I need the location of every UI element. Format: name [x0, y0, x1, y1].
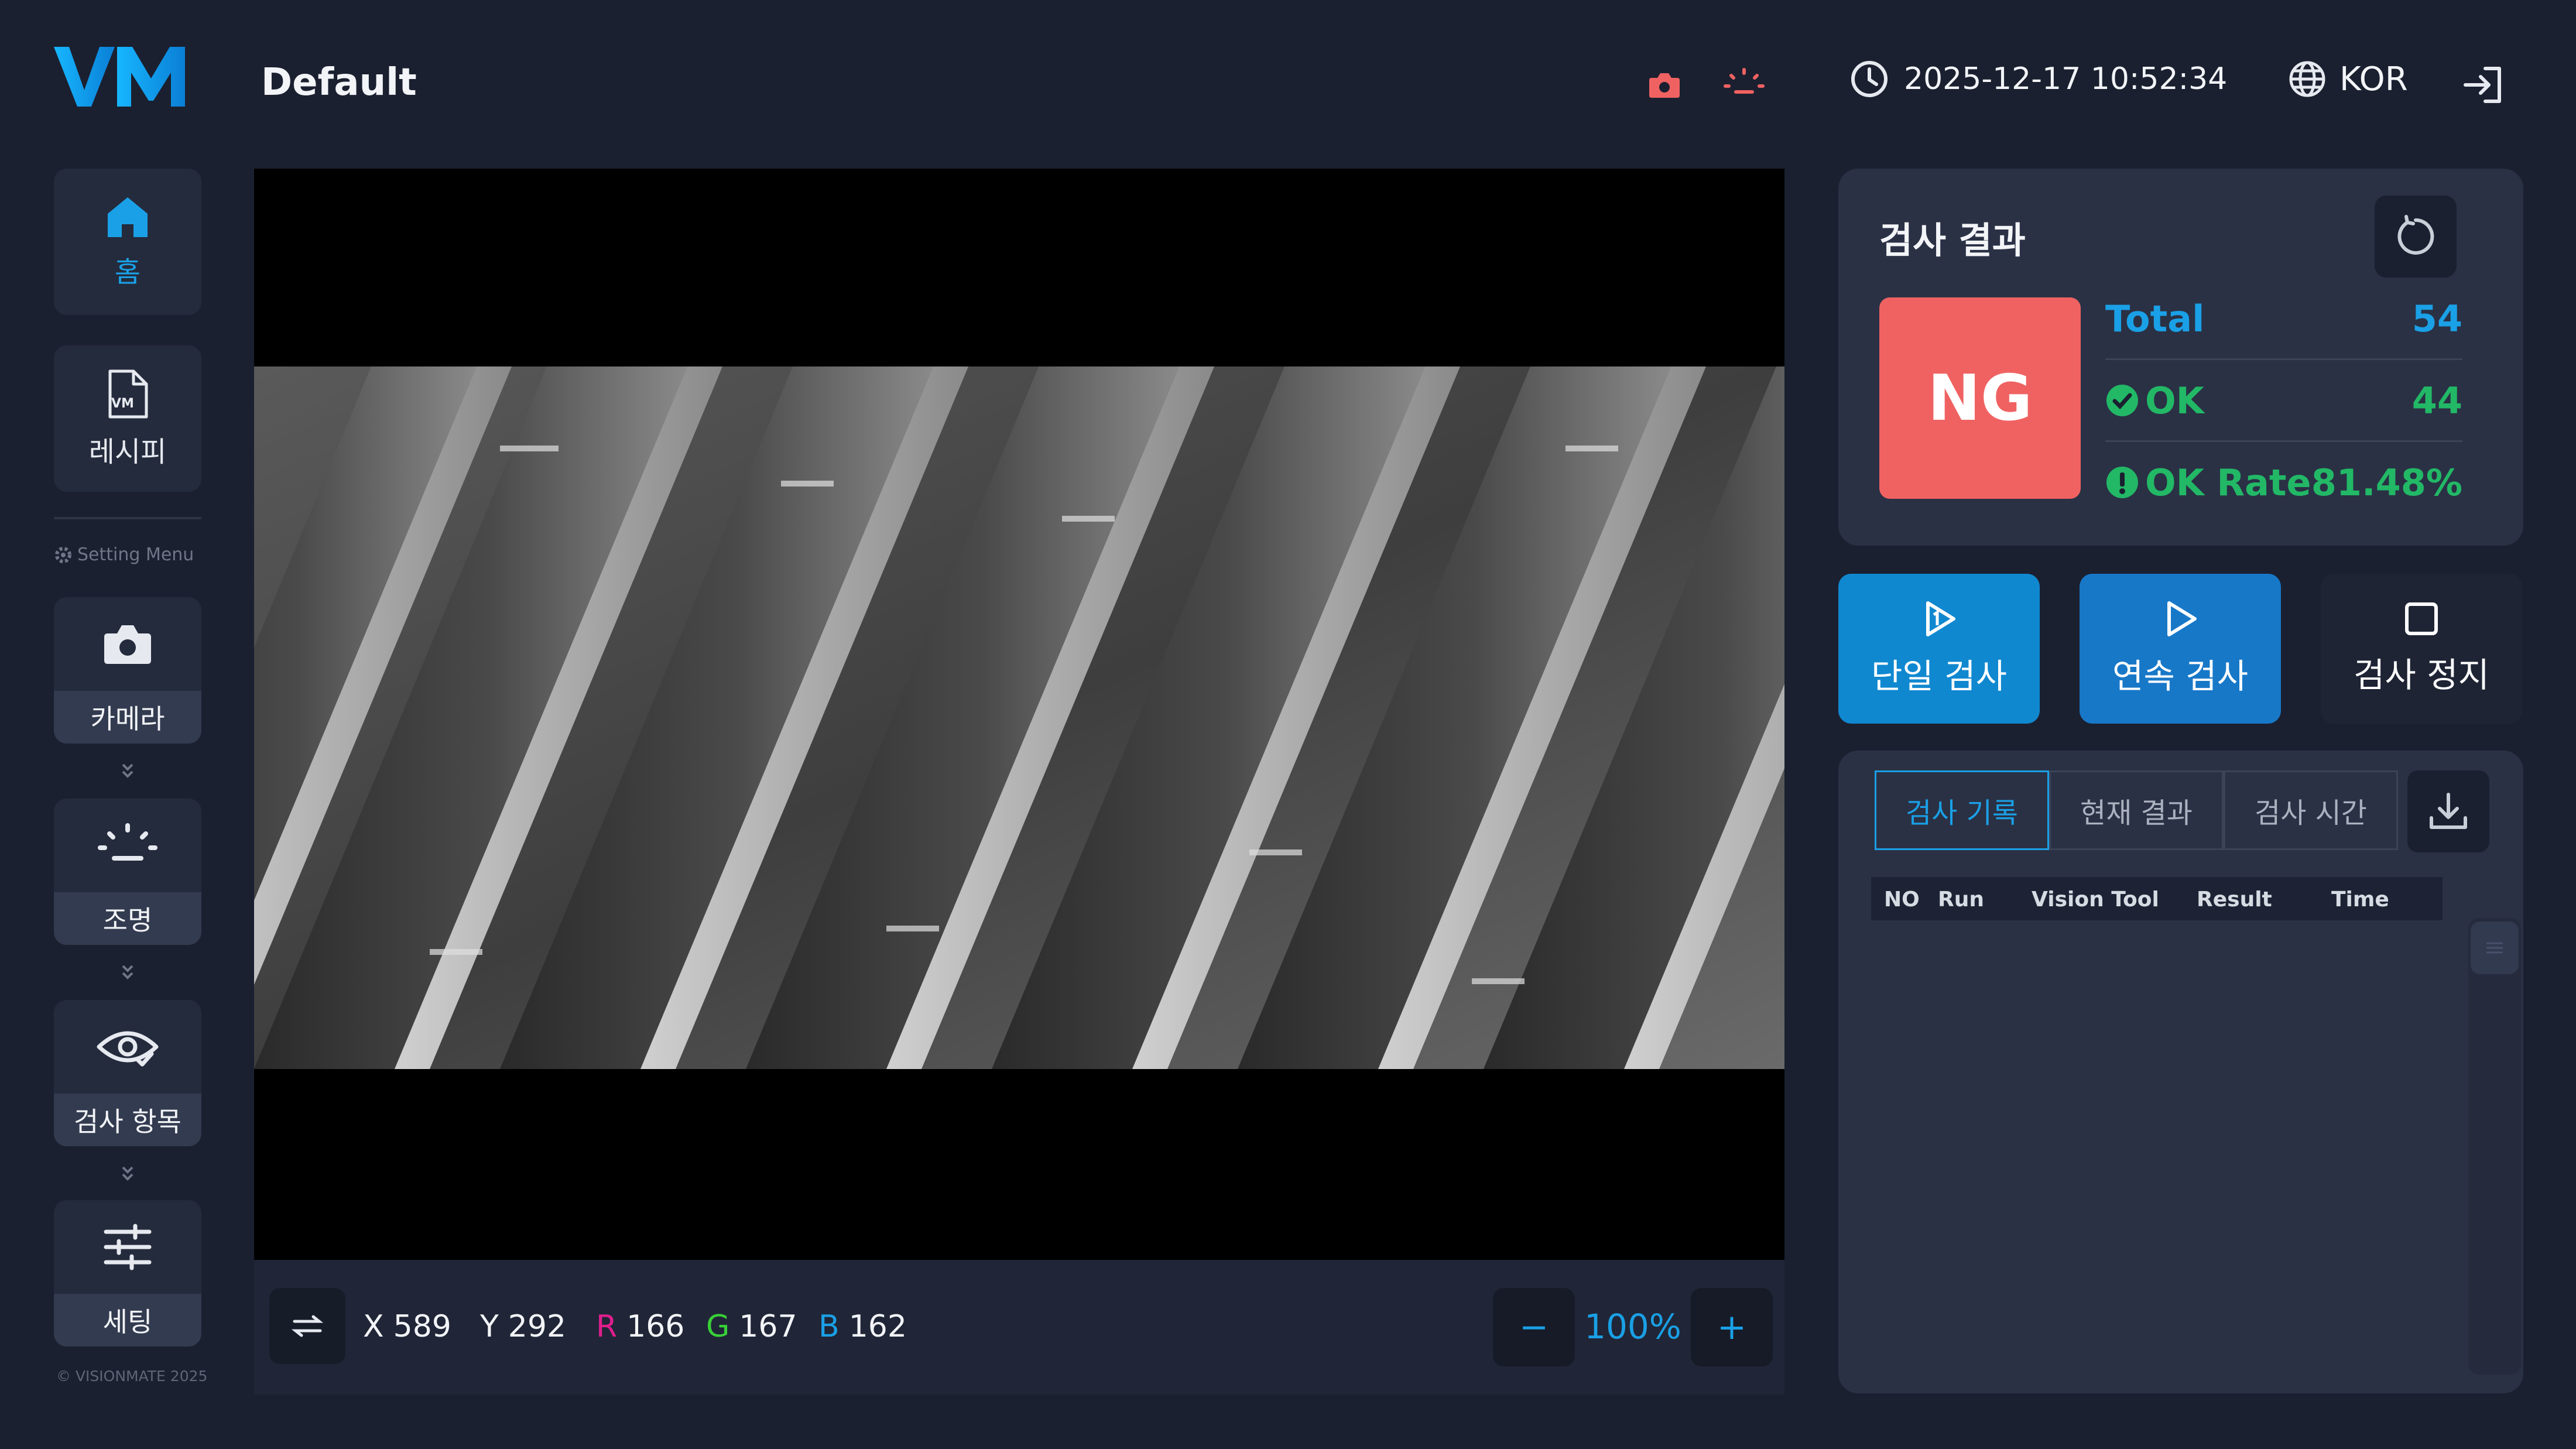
swap-view-button[interactable]: [269, 1288, 345, 1364]
tool-camera[interactable]: 카메라: [54, 597, 201, 744]
language-selector[interactable]: KOR: [2288, 60, 2408, 98]
copyright-text: © VISIONMATE 2025: [56, 1368, 208, 1385]
stop-inspect-label: 검사 정지: [2354, 655, 2489, 695]
datetime-text: 2025-12-17 10:52:34: [1904, 61, 2228, 97]
single-inspect-button[interactable]: 단일 검사: [1838, 574, 2040, 724]
image-viewer[interactable]: [254, 169, 1784, 1260]
log-scrollbar-thumb[interactable]: [2471, 922, 2519, 974]
play-icon: [2161, 600, 2200, 638]
chevron-down-icon: [116, 1162, 139, 1185]
col-no: NO: [1884, 888, 1920, 912]
pixel-y: Y 292: [480, 1309, 567, 1344]
tool-settings-label: 세팅: [54, 1294, 201, 1347]
tool-settings[interactable]: 세팅: [54, 1200, 201, 1347]
chevron-down-icon: [116, 960, 139, 984]
zoom-in-button[interactable]: +: [1691, 1288, 1773, 1366]
col-result: Result: [2197, 888, 2272, 912]
play-once-icon: [1920, 600, 1958, 638]
stat-ok-label: OK: [2145, 379, 2204, 422]
stat-total-value: 54: [2411, 297, 2462, 340]
zoom-out-button[interactable]: −: [1493, 1288, 1575, 1366]
col-vision-tool: Vision Tool: [2032, 888, 2159, 912]
chevron-down-icon: [116, 759, 139, 782]
svg-text:VM: VM: [111, 396, 134, 411]
continuous-inspect-button[interactable]: 연속 검사: [2080, 574, 2281, 724]
light-icon: [95, 822, 160, 869]
stat-ok-rate: OK Rate 81.48%: [2105, 441, 2462, 523]
camera-icon: [101, 621, 155, 667]
col-time: Time: [2331, 888, 2389, 912]
setting-menu-heading: Setting Menu: [54, 544, 201, 565]
continuous-inspect-label: 연속 검사: [2112, 656, 2248, 696]
tool-inspection-items[interactable]: 검사 항목: [54, 1000, 201, 1146]
home-icon: [104, 194, 151, 241]
sliders-icon: [101, 1224, 154, 1270]
result-title: 검사 결과: [1879, 219, 2026, 262]
download-icon: [2428, 791, 2469, 832]
download-button[interactable]: [2407, 770, 2489, 852]
tool-light-label: 조명: [54, 892, 201, 945]
refresh-icon: [2393, 214, 2438, 259]
nav-home-label: 홈: [114, 256, 141, 289]
stop-inspect-button[interactable]: 검사 정지: [2321, 574, 2522, 724]
visionmate-logo: [54, 42, 194, 111]
datetime-display: 2025-12-17 10:52:34: [1850, 60, 2227, 98]
stat-total-label: Total: [2105, 297, 2205, 340]
stat-ok-rate-label: OK Rate: [2145, 461, 2311, 504]
single-inspect-label: 단일 검사: [1871, 656, 2007, 696]
camera-status-icon[interactable]: [1638, 59, 1691, 111]
col-run: Run: [1938, 888, 1984, 912]
tab-inspection-time[interactable]: 검사 시간: [2224, 770, 2398, 850]
log-scrollbar[interactable]: [2468, 918, 2521, 1375]
pixel-g: G 167: [706, 1309, 797, 1344]
stat-total: Total 54: [2105, 278, 2462, 359]
tool-camera-label: 카메라: [54, 691, 201, 744]
setting-menu-label: Setting Menu: [77, 544, 194, 565]
tool-inspection-label: 검사 항목: [54, 1094, 201, 1146]
tab-current-result[interactable]: 현재 결과: [2049, 770, 2224, 850]
verdict-badge: NG: [1879, 297, 2081, 499]
stat-ok-rate-value: 81.48%: [2311, 461, 2462, 504]
nav-recipe[interactable]: VM 레시피: [54, 345, 201, 492]
nav-recipe-label: 레시피: [88, 436, 167, 468]
recipe-file-icon: VM: [103, 368, 152, 420]
check-circle-icon: [2105, 383, 2139, 417]
pixel-b: B 162: [818, 1309, 907, 1344]
inspection-image: [254, 366, 1784, 1069]
stop-icon: [2403, 601, 2440, 637]
sidebar-divider: [54, 517, 201, 519]
pixel-r: R 166: [596, 1309, 685, 1344]
clock-icon: [1850, 60, 1889, 98]
swap-arrows-icon: [291, 1314, 324, 1338]
stat-ok-value: 44: [2411, 379, 2462, 422]
gear-icon: [54, 546, 73, 564]
alert-circle-icon: [2105, 465, 2139, 499]
log-table-header: NO Run Vision Tool Result Time: [1871, 877, 2443, 920]
light-status-icon[interactable]: [1718, 57, 1770, 110]
stat-ok: OK 44: [2105, 359, 2462, 441]
globe-icon: [2288, 60, 2327, 98]
zoom-level: 100%: [1584, 1307, 1681, 1347]
eye-check-icon: [95, 1023, 160, 1070]
pixel-x: X 589: [363, 1309, 451, 1344]
page-title: Default: [261, 61, 417, 104]
language-label: KOR: [2339, 60, 2408, 98]
tool-light[interactable]: 조명: [54, 799, 201, 945]
tab-inspection-log[interactable]: 검사 기록: [1875, 770, 2049, 850]
nav-home[interactable]: 홈: [54, 169, 201, 315]
refresh-button[interactable]: [2375, 196, 2457, 278]
logout-icon[interactable]: [2457, 59, 2509, 111]
